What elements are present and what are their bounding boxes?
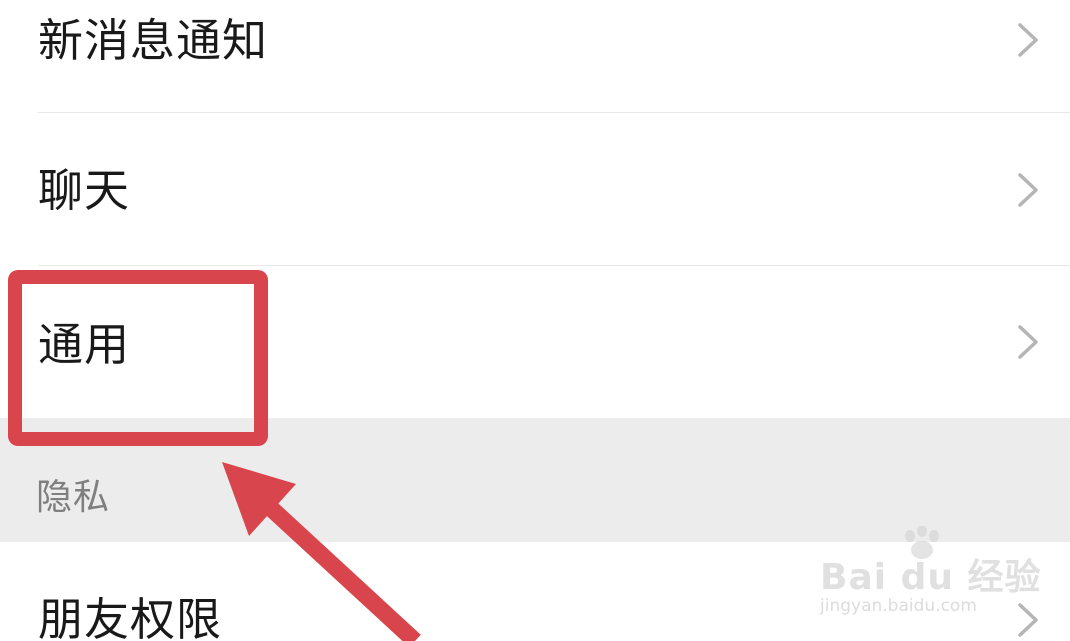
- settings-item-label: 朋友权限: [38, 593, 223, 641]
- settings-item-chat[interactable]: 聊天: [0, 113, 1070, 265]
- chevron-right-icon: [1018, 23, 1038, 57]
- chevron-right-icon: [1018, 173, 1038, 207]
- settings-screen: 新消息通知 聊天 通用 隐私 朋友权限 Bai du 经验 jingyan.ba…: [0, 0, 1070, 641]
- baidu-jingyan-watermark: Bai du 经验 jingyan.baidu.com: [820, 526, 1041, 622]
- settings-item-label: 聊天: [38, 164, 131, 217]
- highlight-annotation-box: [8, 270, 268, 446]
- watermark-brand: Bai du 经验: [820, 557, 1042, 598]
- settings-item-new-message-notification[interactable]: 新消息通知: [0, 0, 1070, 112]
- section-header-label: 隐私: [36, 477, 111, 518]
- settings-item-label: 新消息通知: [38, 14, 269, 67]
- watermark-url: jingyan.baidu.com: [820, 596, 977, 616]
- chevron-right-icon: [1018, 325, 1038, 359]
